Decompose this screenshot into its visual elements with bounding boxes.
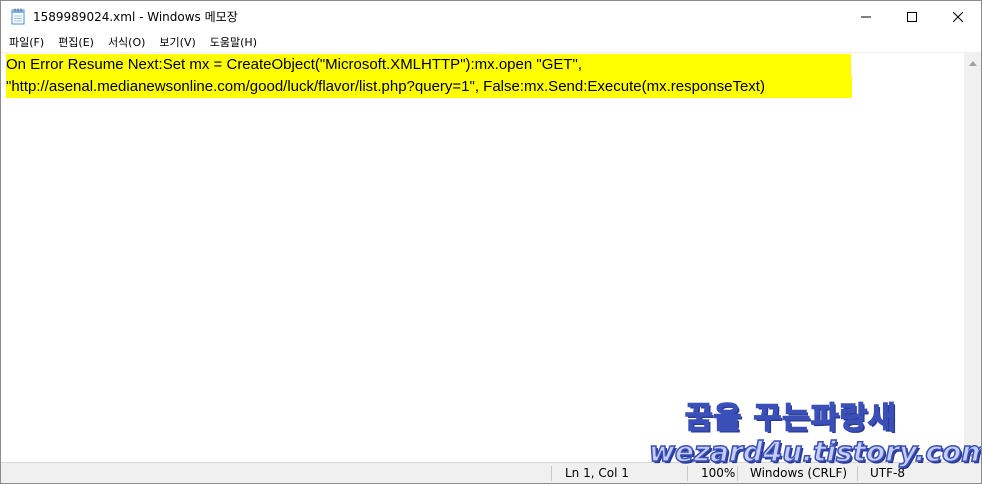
window-title: 1589989024.xml - Windows 메모장	[33, 10, 238, 24]
menu-view[interactable]: 보기(V)	[155, 32, 199, 52]
close-button[interactable]	[935, 1, 981, 31]
minimize-button[interactable]	[843, 1, 889, 31]
minimize-icon	[861, 7, 871, 26]
close-icon	[952, 7, 964, 26]
status-line-ending: Windows (CRLF)	[750, 466, 848, 480]
status-position: Ln 1, Col 1	[565, 466, 629, 480]
chevron-up-icon	[968, 51, 977, 70]
vertical-scrollbar[interactable]	[964, 52, 981, 462]
watermark-site: wezard4u.tistory.com	[648, 434, 982, 469]
status-separator	[687, 466, 688, 481]
editor-line-2[interactable]: "http://asenal.medianewsonline.com/good/…	[6, 76, 852, 98]
editor-line-1[interactable]: On Error Resume Next:Set mx = CreateObje…	[6, 54, 851, 76]
menu-bar: 파일(F) 편집(E) 서식(O) 보기(V) 도움말(H)	[1, 32, 981, 52]
menu-edit[interactable]: 편집(E)	[54, 32, 98, 52]
status-separator	[551, 466, 552, 481]
watermark-korean: 꿈을 꾸는파랑새	[684, 400, 897, 437]
maximize-button[interactable]	[889, 1, 935, 31]
status-encoding: UTF-8	[870, 466, 905, 480]
maximize-icon	[907, 7, 917, 26]
status-zoom: 100%	[701, 466, 736, 480]
status-separator	[737, 466, 738, 481]
scroll-up-button[interactable]	[964, 52, 981, 69]
status-separator	[857, 466, 858, 481]
title-bar[interactable]: 1589989024.xml - Windows 메모장	[1, 1, 981, 32]
notepad-window: 1589989024.xml - Windows 메모장 파일(F) 편집(E)…	[0, 0, 982, 484]
notepad-icon	[11, 8, 25, 25]
menu-help[interactable]: 도움말(H)	[206, 32, 261, 52]
menu-file[interactable]: 파일(F)	[5, 32, 48, 52]
menu-format[interactable]: 서식(O)	[104, 32, 149, 52]
